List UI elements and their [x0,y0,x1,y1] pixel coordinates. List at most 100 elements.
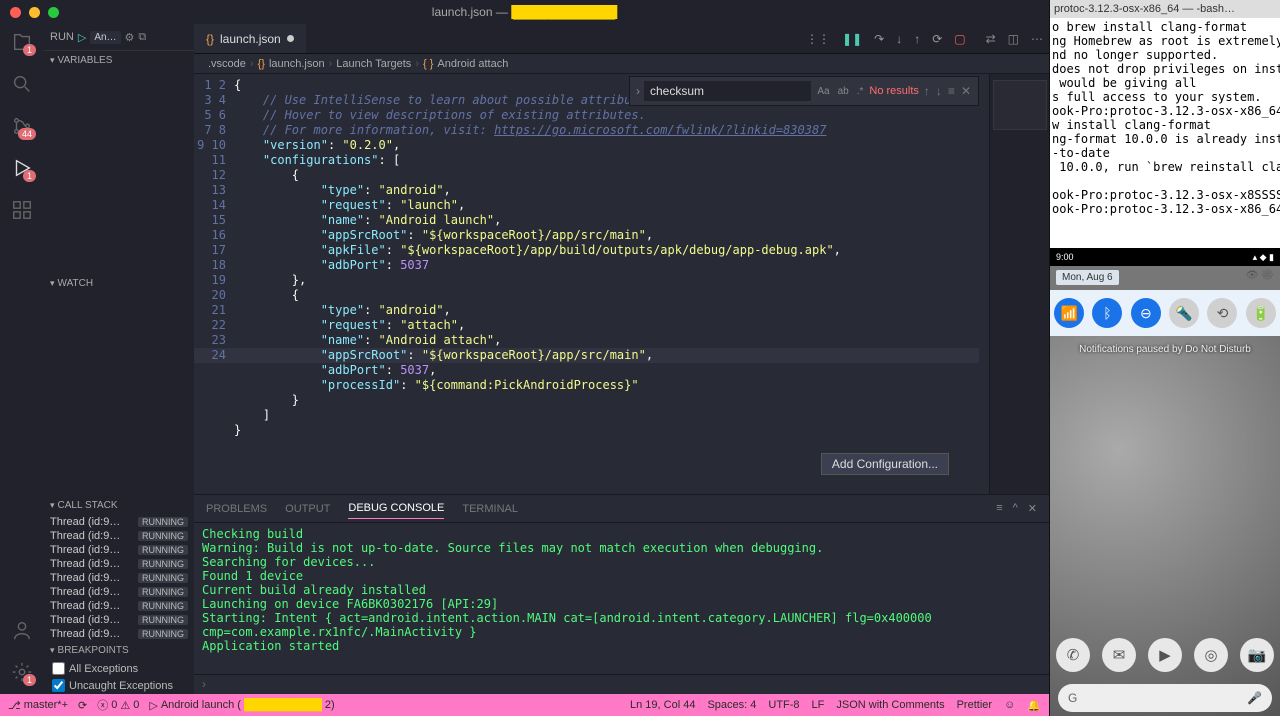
wifi-toggle[interactable]: 📶 [1054,298,1084,328]
explorer-icon[interactable]: 1 [10,30,34,54]
emu-status-bar: 9:00▴ ◆ ▮ [1050,248,1280,266]
match-case-icon[interactable]: Aa [815,86,831,97]
config-gear-icon[interactable]: ⚙ [125,31,135,44]
scm-icon[interactable]: 44 [10,114,34,138]
messages-app-icon[interactable]: ✉ [1102,638,1136,672]
bp-all-exceptions[interactable]: All Exceptions [44,660,194,677]
callstack-section[interactable]: CALL STACK [44,496,194,515]
step-over-icon[interactable]: ↷ [874,32,884,46]
emu-quick-settings: 📶 ᛒ ⊖ 🔦 ⟲ 🔋 [1050,290,1280,336]
cursor-pos[interactable]: Ln 19, Col 44 [630,699,695,712]
drag-handle-icon[interactable]: ⋮⋮ [806,32,830,46]
camera-app-icon[interactable]: 📷 [1240,638,1274,672]
terminal-title: protoc-3.12.3-osx-x86_64 — -bash… [1050,0,1280,18]
find-prev-icon[interactable]: ↑ [923,84,931,98]
find-next-icon[interactable]: ↓ [935,84,943,98]
find-results: No results [869,85,919,97]
panel-maximize-icon[interactable]: ^ [1013,502,1018,515]
breadcrumb[interactable]: .vscode› {}launch.json› Launch Targets› … [194,54,1049,74]
prettier-status[interactable]: Prettier [957,699,992,712]
run-side-panel: RUN ▷ An… ⚙ ⧉ VARIABLES WATCH CALL STACK… [44,24,194,694]
callstack-thread[interactable]: Thread (id:9…RUNNING [44,543,194,557]
split-editor-icon[interactable]: ◫ [1008,32,1019,46]
callstack-thread[interactable]: Thread (id:9…RUNNING [44,571,194,585]
launch-status[interactable]: ▷ Android launch (██████████2) [149,699,334,712]
debug-console-input[interactable]: › [194,674,1049,694]
callstack-thread[interactable]: Thread (id:9…RUNNING [44,585,194,599]
window-minimize-dot[interactable] [29,7,40,18]
panel-filter-icon[interactable]: ≡ [996,502,1002,515]
code-editor[interactable]: 1 2 3 4 5 6 7 8 9 10 11 12 13 14 15 16 1… [194,74,1049,494]
tab-terminal[interactable]: TERMINAL [462,499,518,519]
tab-bar: {} launch.json ⋮⋮ ❚❚ ↷ ↓ ↑ ⟳ ▢ ⇄ [194,24,1049,54]
pause-icon[interactable]: ❚❚ [842,32,862,46]
compare-changes-icon[interactable]: ⇄ [986,32,996,46]
flashlight-toggle[interactable]: 🔦 [1169,298,1199,328]
indent-status[interactable]: Spaces: 4 [707,699,756,712]
callstack-thread[interactable]: Thread (id:9…RUNNING [44,515,194,529]
stop-icon[interactable]: ▢ [954,32,965,46]
panel-close-icon[interactable]: ✕ [1028,502,1037,515]
bell-icon[interactable]: 🔔 [1027,699,1041,712]
settings-gear-icon[interactable]: 1 [10,660,34,684]
activity-bar: 1 44 1 1 [0,24,44,694]
breakpoints-section[interactable]: BREAKPOINTS [44,641,194,660]
find-close-icon[interactable]: ✕ [960,84,972,98]
language-status[interactable]: JSON with Comments [836,699,944,712]
callstack-thread[interactable]: Thread (id:9…RUNNING [44,557,194,571]
phone-app-icon[interactable]: ✆ [1056,638,1090,672]
restart-icon[interactable]: ⟳ [932,32,942,46]
account-icon[interactable] [10,618,34,642]
problems-status[interactable]: ⓧ 0 ⚠ 0 [97,697,139,713]
callstack-thread[interactable]: Thread (id:9…RUNNING [44,627,194,641]
emu-quick-icons: 👁 ⚙ [1246,270,1274,281]
step-into-icon[interactable]: ↓ [896,32,902,46]
find-input[interactable] [644,81,811,101]
dnd-toggle[interactable]: ⊖ [1131,298,1161,328]
run-debug-icon[interactable]: 1 [10,156,34,180]
eol-status[interactable]: LF [812,699,825,712]
mic-icon[interactable]: 🎤 [1247,691,1262,705]
bluetooth-toggle[interactable]: ᛒ [1092,298,1122,328]
regex-icon[interactable]: .* [855,86,866,97]
tab-problems[interactable]: PROBLEMS [206,499,267,519]
feedback-icon[interactable]: ☺ [1004,699,1015,712]
add-configuration-button[interactable]: Add Configuration... [821,453,949,475]
tab-output[interactable]: OUTPUT [285,499,330,519]
window-maximize-dot[interactable] [48,7,59,18]
autorotate-toggle[interactable]: ⟲ [1207,298,1237,328]
config-select[interactable]: An… [90,31,120,44]
window-close-dot[interactable] [10,7,21,18]
callstack-thread[interactable]: Thread (id:9…RUNNING [44,613,194,627]
encoding-status[interactable]: UTF-8 [768,699,799,712]
bp-uncaught-exceptions[interactable]: Uncaught Exceptions [44,677,194,694]
sync-status[interactable]: ⟳ [78,699,87,712]
find-filter-icon[interactable]: ≡ [947,84,956,98]
search-icon[interactable] [10,72,34,96]
tab-launch-json[interactable]: {} launch.json [194,24,306,54]
debug-console-toggle-icon[interactable]: ⧉ [138,31,146,44]
watch-section[interactable]: WATCH [44,274,194,293]
dirty-indicator-icon [287,35,294,42]
tab-debug-console[interactable]: DEBUG CONSOLE [348,498,444,519]
branch-status[interactable]: ⎇ master*+ [8,699,68,712]
callstack-thread[interactable]: Thread (id:9…RUNNING [44,529,194,543]
variables-section[interactable]: VARIABLES [44,51,194,70]
minimap[interactable] [989,74,1049,494]
chrome-app-icon[interactable]: ◎ [1194,638,1228,672]
callstack-thread[interactable]: Thread (id:9…RUNNING [44,599,194,613]
json-file-icon: {} [206,32,214,46]
start-debug-icon[interactable]: ▷ [78,31,86,44]
run-label: RUN [50,31,74,43]
extensions-icon[interactable] [10,198,34,222]
play-app-icon[interactable]: ▶ [1148,638,1182,672]
android-emulator[interactable]: 9:00▴ ◆ ▮ Mon, Aug 6 👁 ⚙ 📶 ᛒ ⊖ 🔦 ⟲ 🔋 Not… [1050,248,1280,716]
emu-dock: ✆ ✉ ▶ ◎ 📷 [1050,630,1280,680]
more-actions-icon[interactable]: ⋯ [1031,32,1043,46]
emu-search-bar[interactable]: G🎤 [1058,684,1272,712]
find-expand-icon[interactable]: › [636,84,640,98]
match-word-icon[interactable]: ab [836,86,851,97]
battery-toggle[interactable]: 🔋 [1246,298,1276,328]
step-out-icon[interactable]: ↑ [914,32,920,46]
window-title: launch.json — ████████████ [432,5,617,19]
